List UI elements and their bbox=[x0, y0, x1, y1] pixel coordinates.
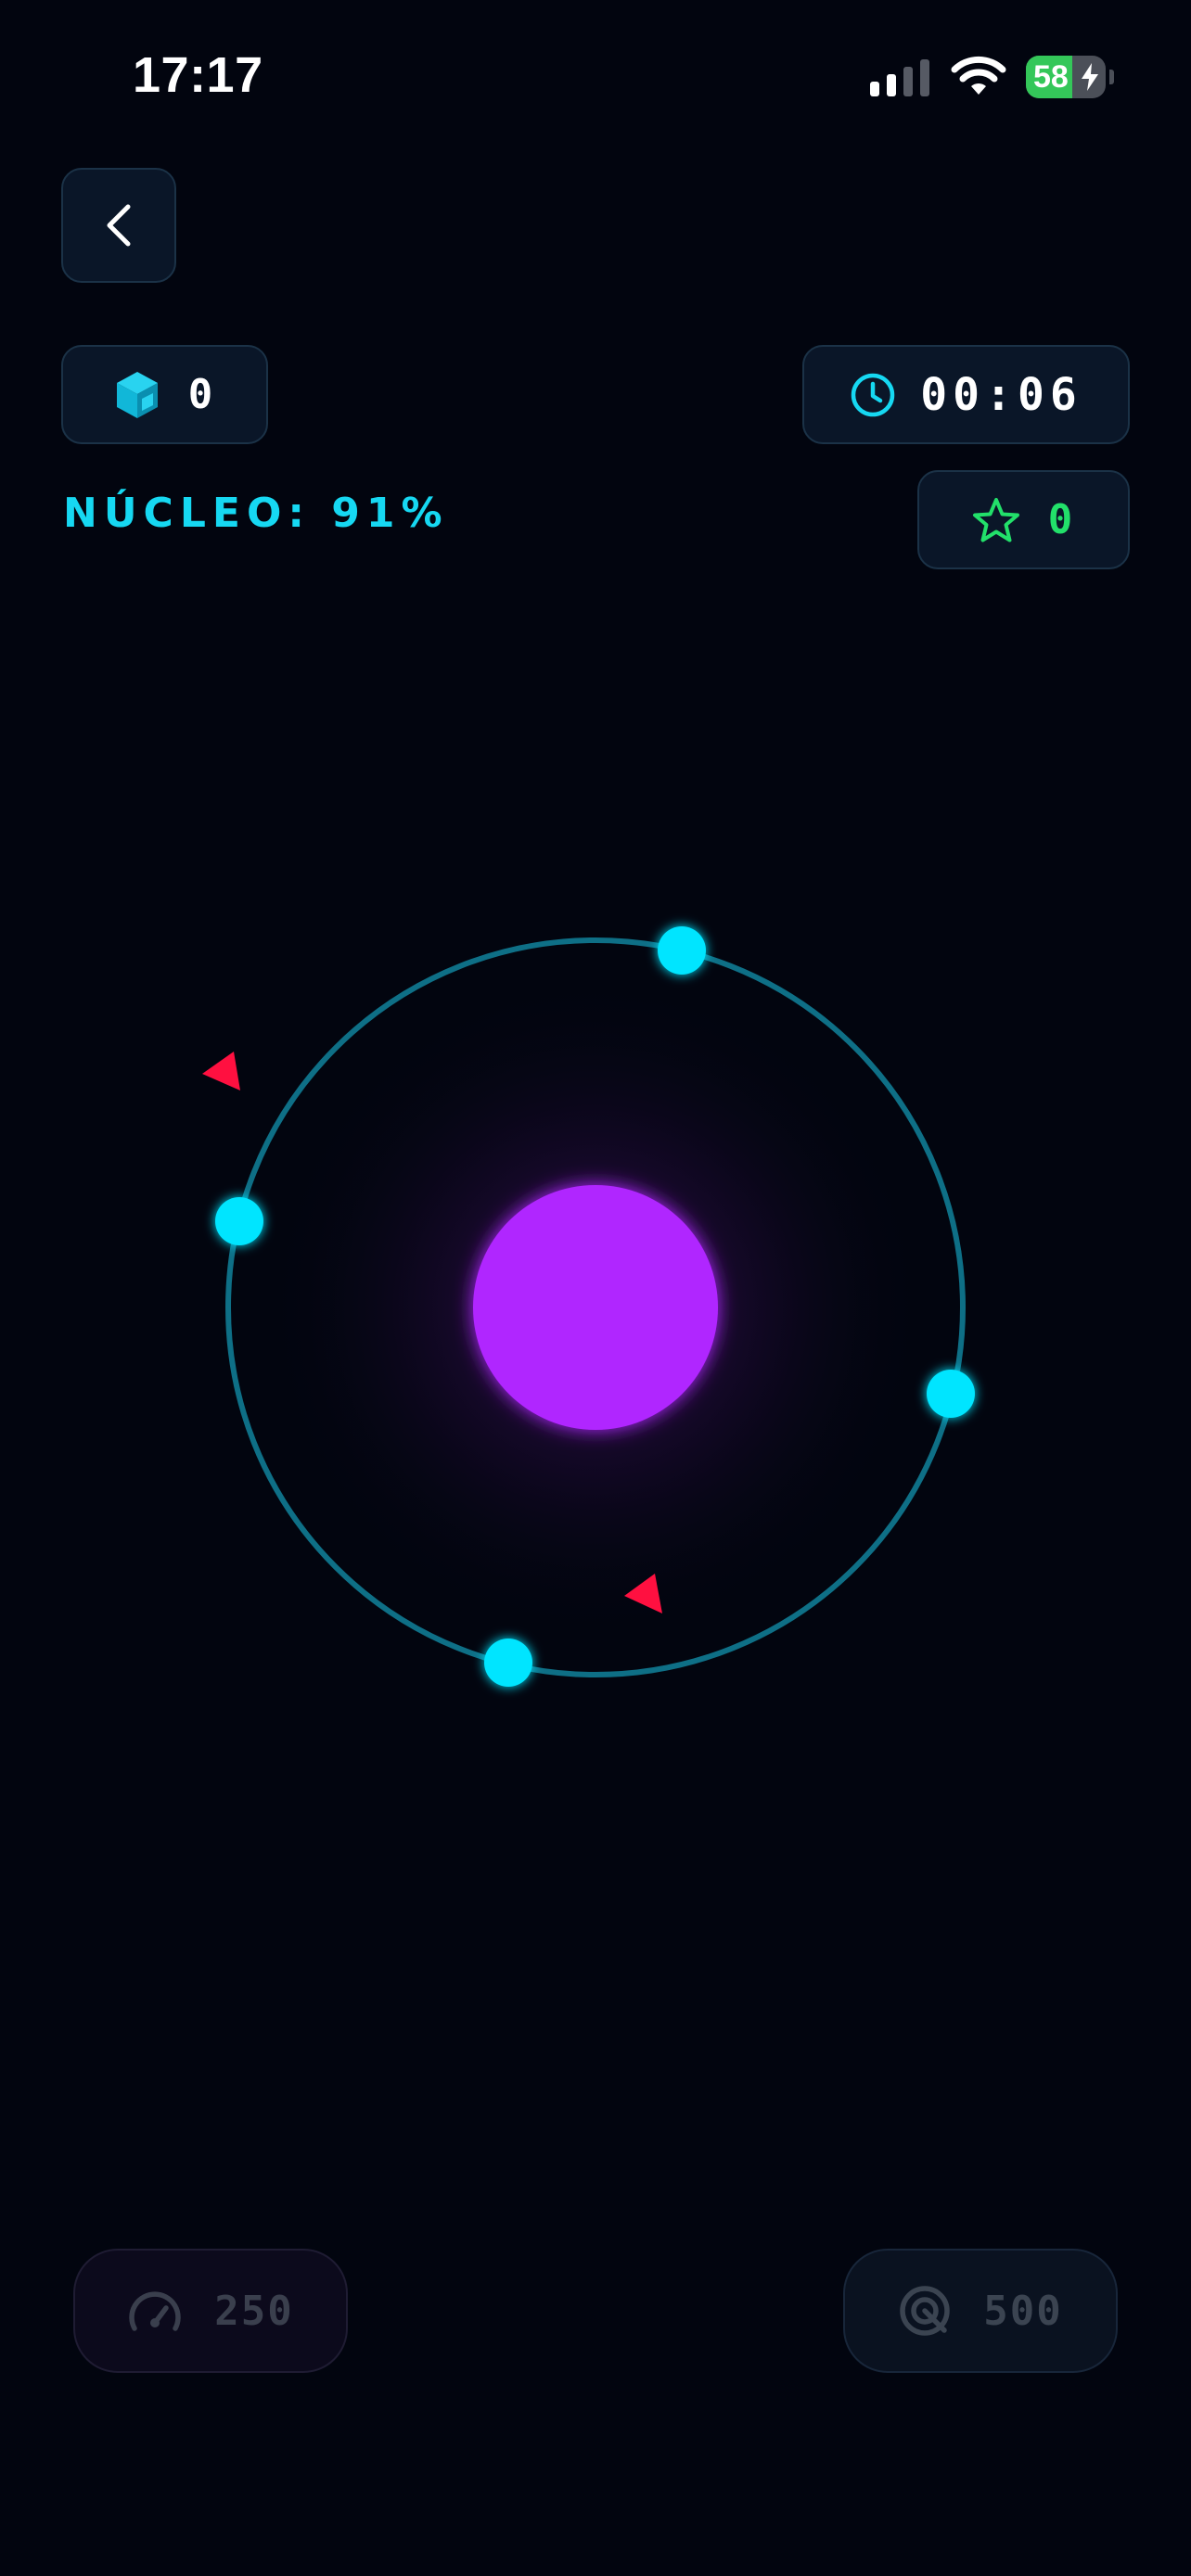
speedometer-icon bbox=[129, 2291, 181, 2331]
wifi-icon bbox=[951, 56, 1006, 95]
battery-indicator: 58 bbox=[1026, 56, 1106, 98]
target-icon bbox=[900, 2286, 950, 2336]
core-aura bbox=[262, 974, 929, 1641]
stars-value: 0 bbox=[1047, 496, 1076, 543]
speed-boost-button[interactable]: 250 bbox=[73, 2249, 348, 2373]
enemy-ship bbox=[202, 1052, 240, 1090]
timer-display: 00:06 bbox=[802, 345, 1130, 444]
charging-bolt-icon bbox=[1082, 63, 1098, 91]
cubes-value: 0 bbox=[187, 371, 216, 418]
cube-icon bbox=[116, 371, 158, 418]
enemy-ship bbox=[624, 1574, 662, 1613]
core-health-label: NÚCLEO: 91% bbox=[63, 490, 449, 537]
cubes-counter: 0 bbox=[61, 345, 268, 444]
chevron-left-icon bbox=[107, 204, 131, 247]
orbit-node[interactable] bbox=[927, 1370, 975, 1418]
back-button[interactable] bbox=[61, 168, 176, 283]
battery-percent: 58 bbox=[1033, 59, 1069, 95]
target-ability-cost: 500 bbox=[983, 2287, 1063, 2335]
energy-core[interactable] bbox=[473, 1185, 718, 1430]
battery-nub bbox=[1109, 70, 1114, 84]
cellular-signal-icon bbox=[870, 57, 929, 96]
orbit-ring bbox=[225, 937, 966, 1677]
stars-counter: 0 bbox=[917, 470, 1130, 569]
speed-boost-cost: 250 bbox=[214, 2287, 294, 2335]
status-time: 17:17 bbox=[133, 47, 263, 103]
target-ability-button[interactable]: 500 bbox=[843, 2249, 1118, 2373]
timer-value: 00:06 bbox=[920, 368, 1082, 421]
orbit-node[interactable] bbox=[484, 1639, 532, 1687]
orbit-node[interactable] bbox=[658, 926, 706, 975]
star-icon bbox=[972, 497, 1019, 542]
clock-icon bbox=[852, 373, 895, 416]
orbit-node[interactable] bbox=[215, 1197, 263, 1245]
